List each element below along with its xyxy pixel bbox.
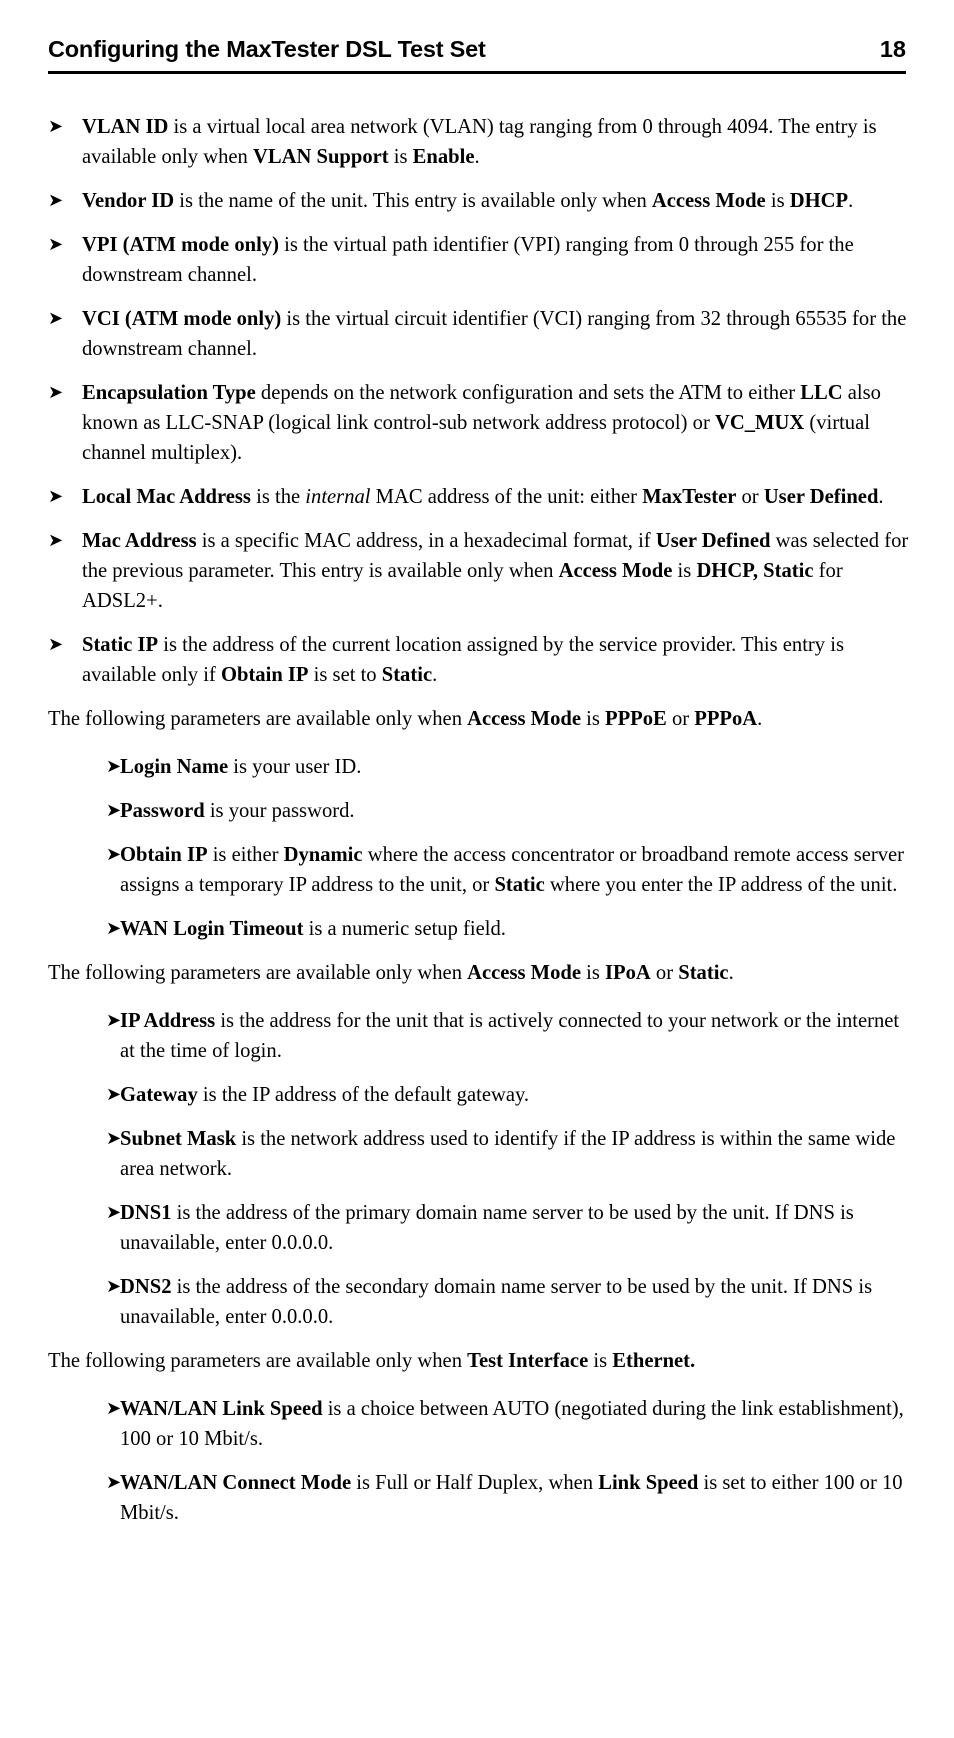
page-title: Configuring the MaxTester DSL Test Set: [48, 36, 486, 62]
bullet-local-mac-address: ➤ Local Mac Address is the internal MAC a…: [48, 468, 910, 512]
bullet-vlan-id-text: VLAN ID is a virtual local area network …: [82, 116, 877, 168]
arrow-bullet-icon: ➤: [106, 1398, 122, 1419]
arrow-bullet-icon: ➤: [106, 1084, 122, 1105]
bullet-dns1: ➤ DNS1 is the address of the primary doma…: [48, 1184, 910, 1258]
bullet-login-name: ➤ Login Name is your user ID.: [48, 738, 910, 782]
bullet-dns2: ➤ DNS2 is the address of the secondary do…: [48, 1258, 910, 1332]
arrow-bullet-icon: ➤: [106, 1010, 122, 1031]
arrow-bullet-icon: ➤: [48, 190, 64, 211]
bullet-local-mac-address-text: Local Mac Address is the internal MAC ad…: [82, 486, 884, 508]
page-running-header: Configuring the MaxTester DSL Test Set 1…: [48, 36, 906, 63]
bullet-password-text: Password is your password.: [120, 800, 355, 822]
arrow-bullet-icon: ➤: [106, 1276, 122, 1297]
document-page: Configuring the MaxTester DSL Test Set 1…: [0, 0, 954, 1738]
bullet-vpi: ➤ VPI (ATM mode only) is the virtual path…: [48, 216, 910, 290]
paragraph-ipoa-static-intro: The following parameters are available o…: [48, 962, 734, 984]
bullet-vpi-text: VPI (ATM mode only) is the virtual path …: [82, 234, 854, 286]
bullet-wan-lan-connect-mode-text: WAN/LAN Connect Mode is Full or Half Dup…: [120, 1472, 903, 1524]
arrow-bullet-icon: ➤: [48, 486, 64, 507]
bullet-subnet-mask: ➤ Subnet Mask is the network address used…: [48, 1110, 910, 1184]
arrow-bullet-icon: ➤: [48, 234, 64, 255]
arrow-bullet-icon: ➤: [48, 308, 64, 329]
arrow-bullet-icon: ➤: [106, 1472, 122, 1493]
bullet-static-ip: ➤ Static IP is the address of the current…: [48, 616, 910, 690]
bullet-vci-text: VCI (ATM mode only) is the virtual circu…: [82, 308, 907, 360]
bullet-wan-lan-link-speed: ➤ WAN/LAN Link Speed is a choice between …: [48, 1380, 910, 1454]
bullet-password: ➤ Password is your password.: [48, 782, 910, 826]
paragraph-pppoe-pppoa-intro: The following parameters are available o…: [48, 708, 763, 730]
page-number: 18: [879, 36, 906, 62]
bullet-obtain-ip: ➤ Obtain IP is either Dynamic where the a…: [48, 826, 910, 900]
arrow-bullet-icon: ➤: [106, 844, 122, 865]
arrow-bullet-icon: ➤: [106, 800, 122, 821]
bullet-mac-address: ➤ Mac Address is a specific MAC address, …: [48, 512, 910, 616]
bullet-login-name-text: Login Name is your user ID.: [120, 756, 362, 778]
arrow-bullet-icon: ➤: [106, 756, 122, 777]
bullet-vendor-id-text: Vendor ID is the name of the unit. This …: [82, 190, 854, 212]
arrow-bullet-icon: ➤: [106, 1128, 122, 1149]
bullet-wan-lan-link-speed-text: WAN/LAN Link Speed is a choice between A…: [120, 1398, 904, 1450]
arrow-bullet-icon: ➤: [48, 634, 64, 655]
bullet-obtain-ip-text: Obtain IP is either Dynamic where the ac…: [120, 844, 904, 896]
bullet-ip-address-text: IP Address is the address for the unit t…: [120, 1010, 900, 1062]
arrow-bullet-icon: ➤: [48, 530, 64, 551]
header-divider-rule: [48, 71, 906, 74]
bullet-dns2-text: DNS2 is the address of the secondary dom…: [120, 1276, 873, 1328]
bullet-encapsulation-type-text: Encapsulation Type depends on the networ…: [82, 382, 881, 464]
bullet-vci: ➤ VCI (ATM mode only) is the virtual circ…: [48, 290, 910, 364]
bullet-dns1-text: DNS1 is the address of the primary domai…: [120, 1202, 854, 1254]
bullet-mac-address-text: Mac Address is a specific MAC address, i…: [82, 530, 909, 612]
bullet-vlan-id: ➤ VLAN ID is a virtual local area network…: [48, 98, 910, 172]
page-body: ➤ VLAN ID is a virtual local area network…: [48, 98, 910, 1528]
bullet-vendor-id: ➤ Vendor ID is the name of the unit. This…: [48, 172, 910, 216]
arrow-bullet-icon: ➤: [106, 1202, 122, 1223]
paragraph-ethernet-intro: The following parameters are available o…: [48, 1350, 696, 1372]
bullet-gateway-text: Gateway is the IP address of the default…: [120, 1084, 530, 1106]
bullet-wan-login-timeout: ➤ WAN Login Timeout is a numeric setup fi…: [48, 900, 910, 944]
bullet-wan-login-timeout-text: WAN Login Timeout is a numeric setup fie…: [120, 918, 506, 940]
bullet-ip-address: ➤ IP Address is the address for the unit …: [48, 992, 910, 1066]
arrow-bullet-icon: ➤: [48, 382, 64, 403]
bullet-wan-lan-connect-mode: ➤ WAN/LAN Connect Mode is Full or Half Du…: [48, 1454, 910, 1528]
bullet-subnet-mask-text: Subnet Mask is the network address used …: [120, 1128, 896, 1180]
bullet-gateway: ➤ Gateway is the IP address of the defaul…: [48, 1066, 910, 1110]
arrow-bullet-icon: ➤: [106, 918, 122, 939]
bullet-static-ip-text: Static IP is the address of the current …: [82, 634, 844, 686]
bullet-encapsulation-type: ➤ Encapsulation Type depends on the netwo…: [48, 364, 910, 468]
arrow-bullet-icon: ➤: [48, 116, 64, 137]
